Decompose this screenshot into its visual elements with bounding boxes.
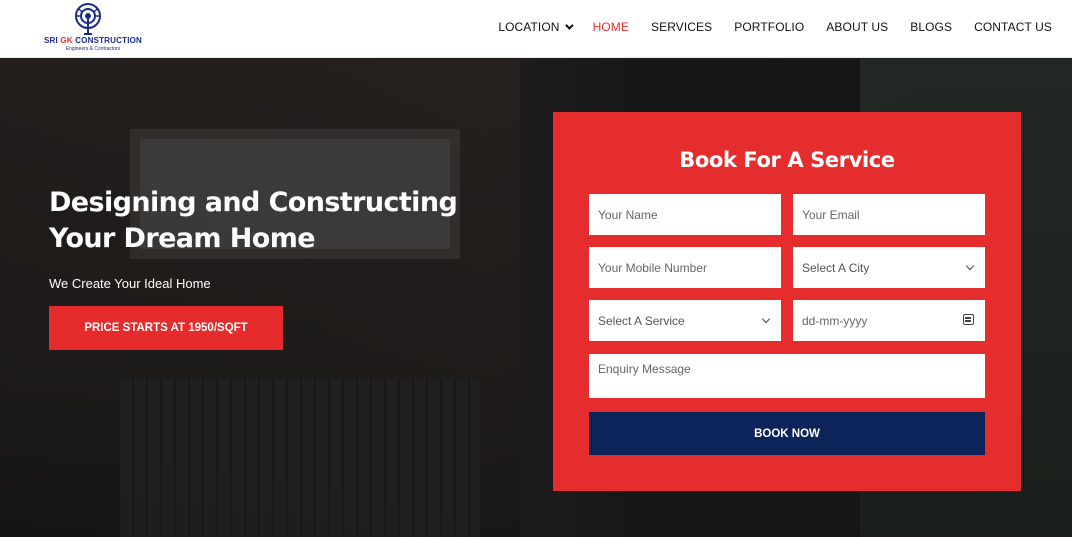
city-select-value: Select A City (802, 260, 870, 275)
logo-wordmark: SRI GK CONSTRUCTION (43, 36, 143, 45)
service-select-value: Select A Service (598, 313, 685, 328)
calendar-icon[interactable] (963, 314, 974, 325)
nav-location[interactable]: LOCATION (498, 20, 574, 34)
service-select[interactable]: Select A Service (589, 300, 781, 341)
nav-about-us[interactable]: ABOUT US (826, 20, 888, 34)
name-field[interactable]: Your Name (589, 194, 781, 235)
date-field[interactable]: dd-mm-yyyy (793, 300, 985, 341)
booking-form: Book For A Service Your Name Your Email … (553, 112, 1021, 491)
logo-tagline: Engineers & Contractors (65, 46, 121, 52)
hero-section: Designing and Constructing Your Dream Ho… (0, 59, 1072, 537)
booking-form-title: Book For A Service (679, 148, 895, 172)
chevron-down-icon (564, 21, 574, 30)
main-nav: LOCATION HOME SERVICES PORTFOLIO ABOUT U… (476, 0, 1052, 54)
nav-services[interactable]: SERVICES (651, 20, 712, 34)
enquiry-message-field[interactable]: Enquiry Message (589, 354, 985, 398)
price-button[interactable]: PRICE STARTS AT 1950/SQFT (49, 306, 283, 350)
city-select[interactable]: Select A City (793, 247, 985, 288)
site-header: SRI GK CONSTRUCTION Engineers & Contract… (0, 0, 1072, 58)
chevron-down-icon (761, 314, 771, 324)
nav-home[interactable]: HOME (593, 20, 629, 34)
nav-location-label: LOCATION (498, 20, 560, 34)
peacock-logo-icon (75, 3, 101, 35)
nav-portfolio[interactable]: PORTFOLIO (734, 20, 804, 34)
hero-subtitle: We Create Your Ideal Home (49, 276, 211, 291)
nav-blogs[interactable]: BLOGS (910, 20, 952, 34)
book-now-button[interactable]: BOOK NOW (589, 412, 985, 455)
logo[interactable]: SRI GK CONSTRUCTION Engineers & Contract… (38, 2, 148, 54)
date-field-placeholder: dd-mm-yyyy (802, 313, 868, 328)
mobile-field[interactable]: Your Mobile Number (589, 247, 781, 288)
email-field[interactable]: Your Email (793, 194, 985, 235)
hero-title: Designing and Constructing Your Dream Ho… (49, 187, 458, 254)
chevron-down-icon (965, 261, 975, 271)
nav-contact-us[interactable]: CONTACT US (974, 20, 1052, 34)
